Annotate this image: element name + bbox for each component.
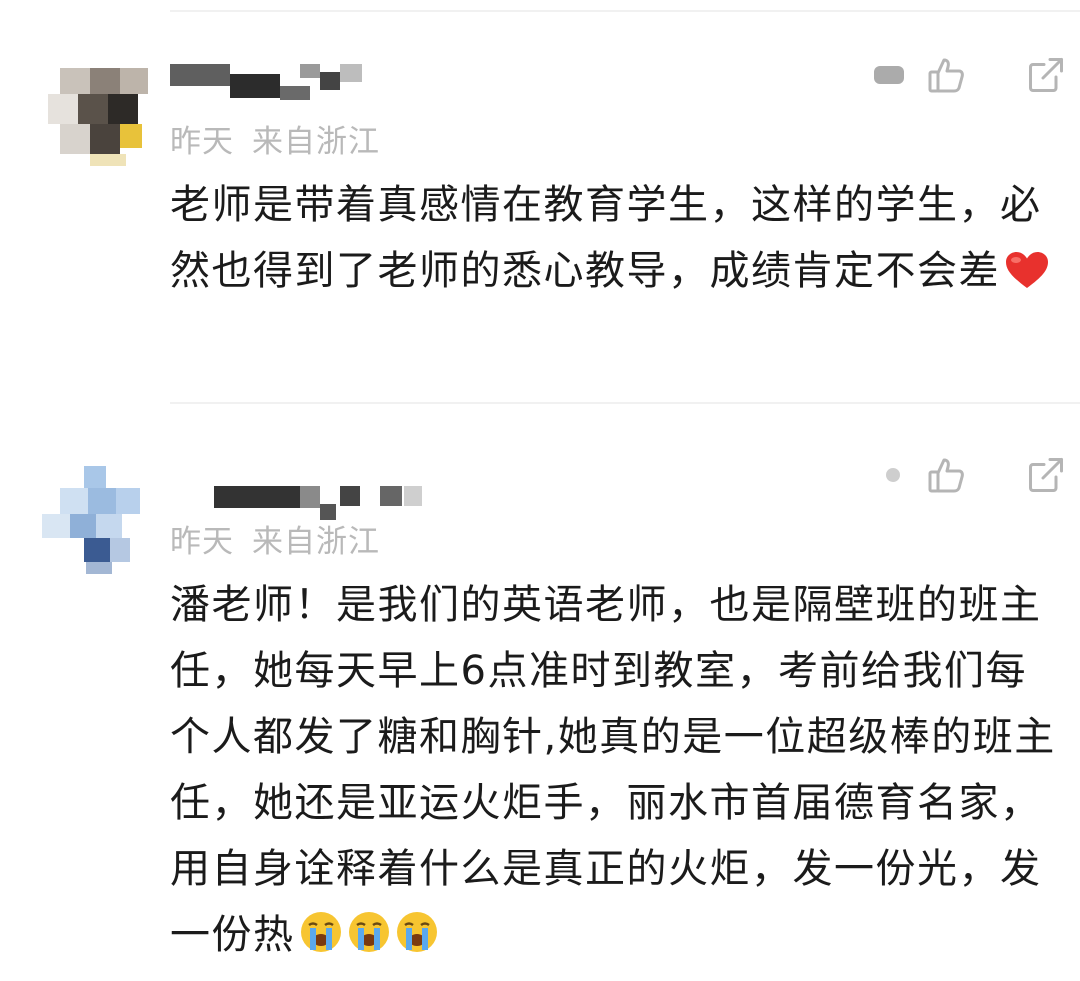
comment-text: 老师是带着真感情在教育学生，这样的学生，必然也得到了老师的悉心教导，成绩肯定不会… bbox=[170, 172, 1060, 310]
comment-meta: 昨天 来自浙江 bbox=[170, 116, 380, 161]
comment-actions bbox=[886, 450, 1068, 500]
top-divider bbox=[170, 10, 1080, 12]
comment-time: 昨天 bbox=[170, 124, 234, 160]
comment-text-content: 老师是带着真感情在教育学生，这样的学生，必然也得到了老师的悉心教导，成绩肯定不会… bbox=[170, 182, 1042, 294]
comment-item: 昨天 来自浙江 老师是带着真感情在教育学生，这样的学生，必然也得到了老师的悉心教导… bbox=[0, 40, 1080, 390]
comment-text: 潘老师！是我们的英语老师，也是隔壁班的班主任，她每天早上6点准时到教室，考前给我… bbox=[170, 572, 1060, 974]
comment-time: 昨天 bbox=[170, 524, 234, 560]
crying-face-icon bbox=[299, 908, 343, 974]
comment-location: 来自浙江 bbox=[252, 124, 380, 160]
author-name[interactable] bbox=[170, 60, 420, 100]
share-icon[interactable] bbox=[1024, 53, 1068, 97]
author-name[interactable] bbox=[170, 460, 422, 520]
share-icon[interactable] bbox=[1024, 453, 1068, 497]
heart-icon bbox=[1004, 244, 1050, 310]
comment-location: 来自浙江 bbox=[252, 524, 380, 560]
comment-actions bbox=[874, 50, 1068, 100]
like-count bbox=[886, 468, 900, 482]
like-count bbox=[874, 66, 904, 84]
avatar[interactable] bbox=[42, 60, 152, 170]
crying-face-icon bbox=[347, 908, 391, 974]
comment-item: 昨天 来自浙江 潘老师！是我们的英语老师，也是隔壁班的班主任，她每天早上6点准时到… bbox=[0, 440, 1080, 981]
crying-face-icon bbox=[395, 908, 439, 974]
like-icon[interactable] bbox=[924, 453, 968, 497]
comment-text-content: 潘老师！是我们的英语老师，也是隔壁班的班主任，她每天早上6点准时到教室，考前给我… bbox=[170, 582, 1056, 958]
comment-meta: 昨天 来自浙江 bbox=[170, 516, 380, 561]
like-icon[interactable] bbox=[924, 53, 968, 97]
comment-divider bbox=[170, 402, 1080, 404]
avatar[interactable] bbox=[42, 460, 152, 574]
